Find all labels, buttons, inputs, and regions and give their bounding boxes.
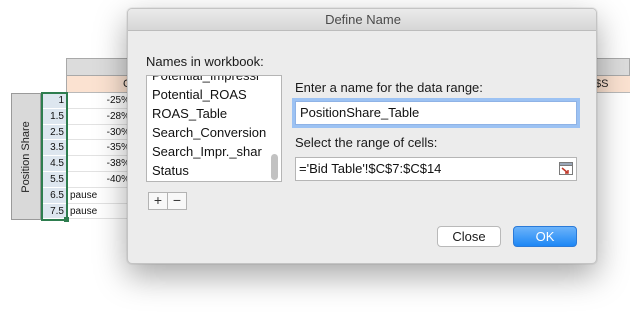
bid-change-cell[interactable]: -28% <box>68 109 132 125</box>
selection-fill-handle[interactable] <box>64 217 69 222</box>
bid-change-cell[interactable]: pause <box>68 188 132 204</box>
list-item[interactable]: Status <box>152 162 268 180</box>
range-field[interactable]: ='Bid Table'!$C$7:$C$14 <box>295 157 577 181</box>
bid-change-cell[interactable]: -40% <box>68 172 132 188</box>
bid-change-cell[interactable]: -38% <box>68 156 132 172</box>
dialog-title: Define Name <box>128 9 596 31</box>
range-select-icon[interactable] <box>559 162 573 175</box>
remove-name-button[interactable]: − <box>167 192 187 210</box>
position-share-label: Position Share <box>20 120 32 193</box>
define-name-dialog: Define Name Names in workbook: Potential… <box>127 8 597 264</box>
name-prompt-label: Enter a name for the data range: <box>295 80 483 95</box>
close-button[interactable]: Close <box>437 226 501 247</box>
bid-change-cell[interactable]: pause <box>68 204 132 220</box>
names-in-workbook-label: Names in workbook: <box>146 54 264 69</box>
list-item[interactable]: Potential_Impressi <box>152 76 268 85</box>
bid-change-cell[interactable]: -30% <box>68 125 132 141</box>
list-item[interactable]: ROAS_Table <box>152 105 268 123</box>
add-name-button[interactable]: + <box>148 192 168 210</box>
name-field[interactable]: PositionShare_Table <box>295 101 577 125</box>
list-item[interactable]: Search_Impr._shar <box>152 143 268 161</box>
bid-change-cell[interactable]: -35% <box>68 140 132 157</box>
range-prompt-label: Select the range of cells: <box>295 135 438 150</box>
list-item[interactable]: Search_Conversion <box>152 124 268 142</box>
add-remove-buttons: + − <box>148 192 188 210</box>
bid-change-cell[interactable]: -25% <box>68 93 132 109</box>
list-item[interactable]: Potential_ROAS <box>152 86 268 104</box>
header-cell-s[interactable]: $S <box>595 78 608 90</box>
scrollbar-thumb[interactable] <box>271 154 278 180</box>
names-list[interactable]: Potential_Impressi Potential_ROAS ROAS_T… <box>146 75 282 182</box>
ok-button[interactable]: OK <box>513 226 577 247</box>
cell-selection-outline <box>41 92 68 221</box>
names-scrollbar[interactable] <box>270 78 280 180</box>
position-share-label-cell[interactable]: Position Share <box>11 93 41 220</box>
